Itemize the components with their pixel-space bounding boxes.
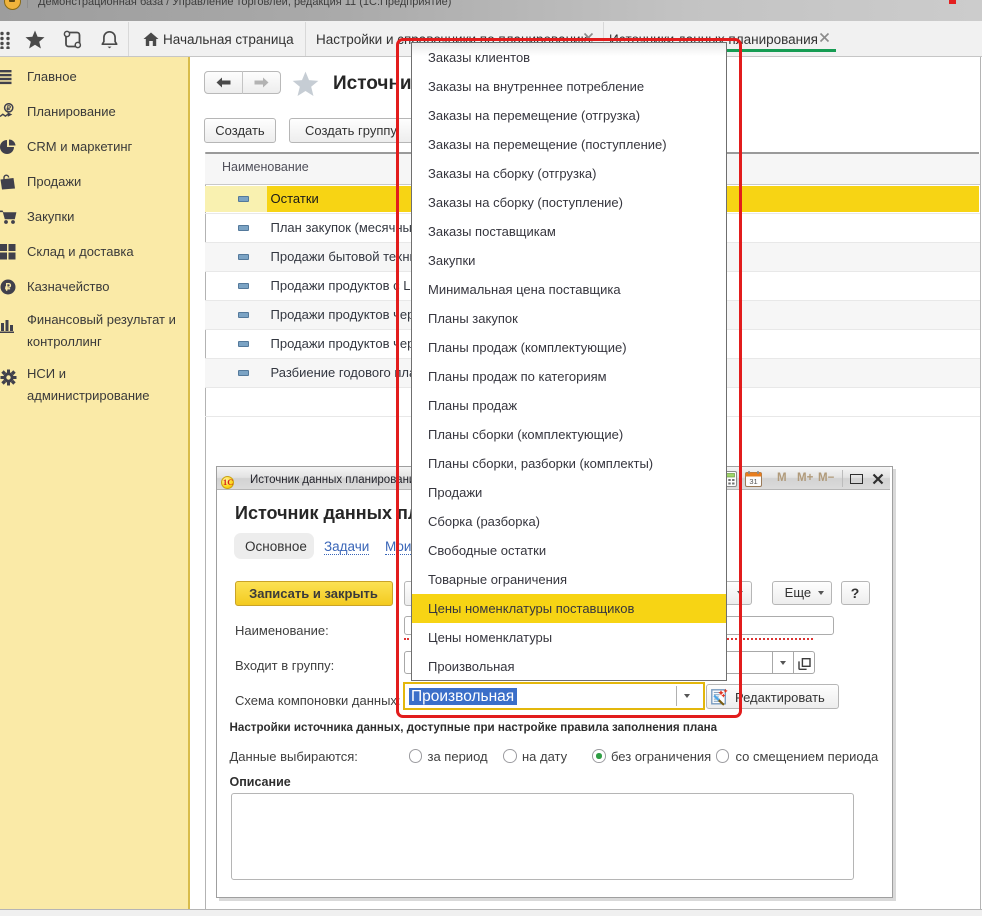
svg-text:31: 31 — [749, 477, 757, 486]
svg-text:₽: ₽ — [5, 283, 12, 294]
svg-text:₽: ₽ — [6, 104, 11, 112]
